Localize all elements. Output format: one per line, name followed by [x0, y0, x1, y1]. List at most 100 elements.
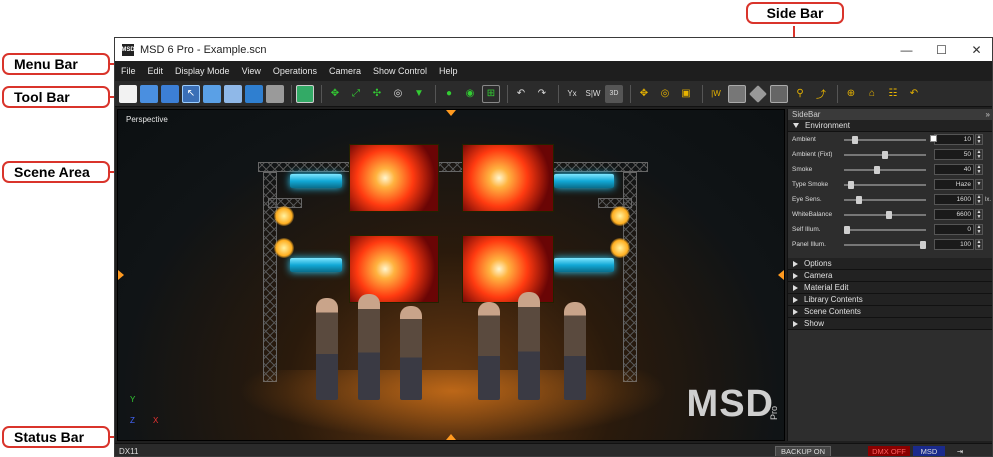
- section-camera[interactable]: Camera: [788, 270, 992, 282]
- gray-box-icon[interactable]: [266, 84, 284, 103]
- spinner-icon[interactable]: ▲ ▼: [975, 164, 983, 175]
- slider-knob[interactable]: [847, 180, 854, 189]
- eraser-icon[interactable]: [749, 84, 767, 103]
- spinner-icon[interactable]: ▲ ▼: [975, 239, 983, 250]
- hook-icon[interactable]: ⚲: [791, 85, 809, 103]
- zoom-fit-icon[interactable]: ◉: [461, 85, 479, 103]
- spinner-icon[interactable]: ▲ ▼: [975, 224, 983, 235]
- dmx-icon[interactable]: ☷: [884, 85, 902, 103]
- property-slider[interactable]: [844, 195, 926, 204]
- spinner-icon[interactable]: ▲ ▼: [975, 194, 983, 205]
- section-show[interactable]: Show: [788, 318, 992, 330]
- open-folder-icon[interactable]: [140, 84, 158, 103]
- menu-camera[interactable]: Camera: [323, 66, 367, 76]
- undo-icon[interactable]: ↶: [512, 85, 530, 103]
- property-value[interactable]: 6600: [934, 209, 974, 220]
- property-slider[interactable]: [844, 240, 926, 249]
- minimize-button[interactable]: —: [889, 38, 924, 61]
- slider-knob[interactable]: [885, 210, 892, 219]
- dmx-status-button[interactable]: DMX OFF: [868, 446, 910, 456]
- slider-knob[interactable]: [844, 225, 850, 234]
- zoom-frame-icon[interactable]: ⊞: [482, 84, 500, 103]
- backup-status-button[interactable]: BACKUP ON: [775, 446, 831, 456]
- menu-edit[interactable]: Edit: [142, 66, 170, 76]
- axis-yx-icon[interactable]: Yx: [563, 85, 581, 103]
- property-label: Panel Illum.: [792, 241, 826, 248]
- maximize-button[interactable]: ☐: [924, 38, 959, 61]
- menu-help[interactable]: Help: [433, 66, 464, 76]
- axis-w-icon[interactable]: |W: [707, 85, 725, 103]
- property-slider[interactable]: [844, 150, 926, 159]
- section-scene-contents[interactable]: Scene Contents: [788, 306, 992, 318]
- plug-icon[interactable]: ⇥: [949, 446, 971, 456]
- property-value[interactable]: 10: [934, 134, 974, 145]
- menu-show-control[interactable]: Show Control: [367, 66, 433, 76]
- menu-bar: File Edit Display Mode View Operations C…: [115, 61, 992, 81]
- property-value[interactable]: Haze: [934, 179, 974, 190]
- property-slider[interactable]: [844, 210, 926, 219]
- section-options[interactable]: Options: [788, 258, 992, 270]
- nav-arrow-right-icon[interactable]: [778, 270, 784, 280]
- property-value[interactable]: 40: [934, 164, 974, 175]
- zoom-in-icon[interactable]: ●: [440, 85, 458, 103]
- property-slider[interactable]: [844, 225, 926, 234]
- lock-icon[interactable]: ⌂: [863, 85, 881, 103]
- app-logo-icon: MSD: [121, 43, 135, 56]
- redo-icon[interactable]: ↷: [533, 85, 551, 103]
- slider-knob[interactable]: [874, 165, 881, 174]
- section-environment[interactable]: Environment: [788, 120, 992, 132]
- menu-operations[interactable]: Operations: [267, 66, 323, 76]
- select-arrow-icon[interactable]: ↖: [182, 84, 200, 103]
- menu-view[interactable]: View: [236, 66, 267, 76]
- slider-knob[interactable]: [882, 150, 888, 159]
- sidebar-toggle-icon[interactable]: [728, 84, 746, 103]
- slider-knob[interactable]: [856, 195, 863, 204]
- close-button[interactable]: ✕: [959, 38, 992, 61]
- property-slider[interactable]: [844, 165, 926, 174]
- msd-status-button[interactable]: MSD: [913, 446, 945, 456]
- add-circle-icon[interactable]: ⊕: [842, 85, 860, 103]
- pin-icon[interactable]: »: [986, 110, 990, 119]
- dropdown-icon[interactable]: ▼: [975, 179, 983, 190]
- save-icon[interactable]: [770, 84, 788, 103]
- spinner-icon[interactable]: ▲ ▼: [975, 149, 983, 160]
- nav-arrow-left-icon[interactable]: [118, 270, 124, 280]
- target-icon[interactable]: ◎: [656, 85, 674, 103]
- chart-icon[interactable]: ⤴: [812, 85, 830, 103]
- distribute-icon[interactable]: ▣: [677, 85, 695, 103]
- undo2-icon[interactable]: ↶: [905, 85, 923, 103]
- link-icon[interactable]: [245, 84, 263, 103]
- copy-icon[interactable]: [224, 84, 242, 103]
- collapsed-icon: [793, 284, 798, 291]
- property-slider[interactable]: [844, 180, 926, 189]
- axis-sw-icon[interactable]: S|W: [584, 85, 602, 103]
- property-slider[interactable]: [844, 135, 926, 144]
- paint-bucket-icon[interactable]: [296, 84, 314, 103]
- section-library-contents[interactable]: Library Contents: [788, 294, 992, 306]
- spinner-icon[interactable]: ▲ ▼: [975, 209, 983, 220]
- property-value[interactable]: 1600: [934, 194, 974, 205]
- scene-viewport[interactable]: Perspective MSD Pro Y Z X: [117, 109, 785, 441]
- move-icon[interactable]: ✥: [326, 85, 344, 103]
- rotate-icon[interactable]: ✣: [368, 85, 386, 103]
- orbit-icon[interactable]: ◎: [389, 85, 407, 103]
- scale-icon[interactable]: ⤢: [347, 85, 365, 103]
- new-file-icon[interactable]: [119, 84, 137, 103]
- nav-arrow-top-icon[interactable]: [446, 110, 456, 116]
- menu-display-mode[interactable]: Display Mode: [169, 66, 236, 76]
- section-material-edit[interactable]: Material Edit: [788, 282, 992, 294]
- menu-file[interactable]: File: [115, 66, 142, 76]
- screen-icon[interactable]: [203, 84, 221, 103]
- spotlight: [610, 206, 630, 226]
- slider-knob[interactable]: [920, 240, 926, 249]
- color-swatch[interactable]: [930, 135, 937, 142]
- align-icon[interactable]: ✥: [635, 85, 653, 103]
- property-value[interactable]: 0: [934, 224, 974, 235]
- drop-icon[interactable]: ▼: [410, 85, 428, 103]
- property-value[interactable]: 50: [934, 149, 974, 160]
- property-value[interactable]: 100: [934, 239, 974, 250]
- view-3d-button[interactable]: 3D: [605, 84, 623, 103]
- slider-knob[interactable]: [851, 135, 858, 144]
- save-folder-icon[interactable]: [161, 84, 179, 103]
- spinner-icon[interactable]: ▲ ▼: [975, 134, 983, 145]
